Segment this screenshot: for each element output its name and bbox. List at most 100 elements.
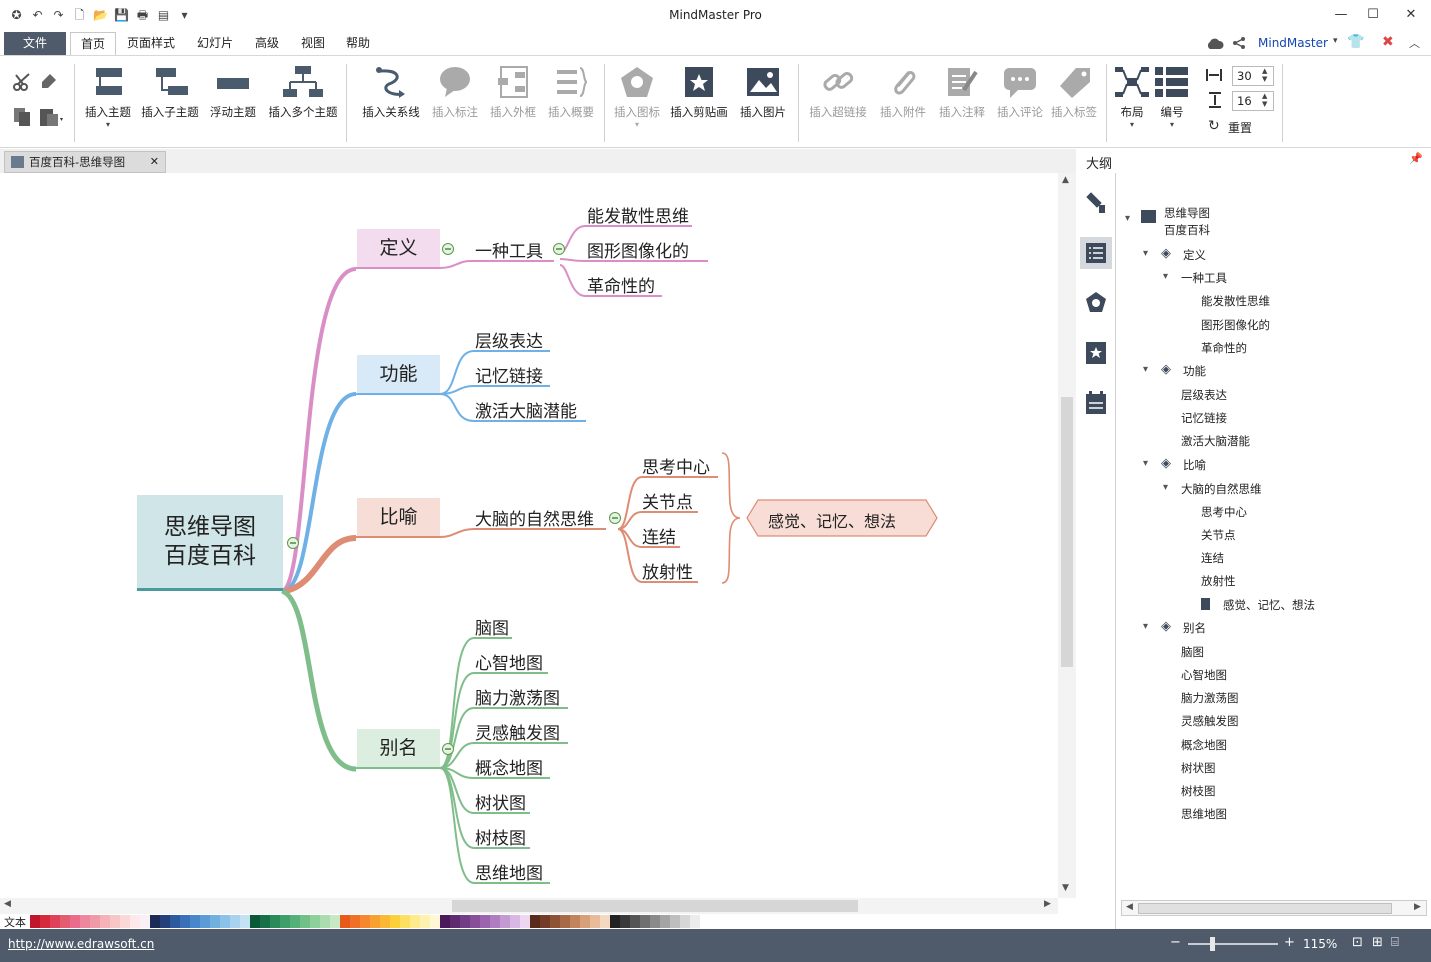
tab-page-style[interactable]: 页面样式: [122, 32, 180, 55]
scroll-thumb[interactable]: [452, 900, 858, 912]
alias-item[interactable]: 心智地图: [475, 649, 543, 674]
color-swatch[interactable]: [310, 915, 320, 928]
color-swatch[interactable]: [380, 915, 390, 928]
outline-item[interactable]: 激活大脑潜能: [1181, 433, 1250, 449]
color-swatch[interactable]: [410, 915, 420, 928]
paste-icon[interactable]: [38, 106, 64, 128]
outline-item[interactable]: 概念地图: [1181, 737, 1227, 753]
subtopic-graphical[interactable]: 图形图像化的: [587, 237, 689, 262]
alias-item[interactable]: 灵感触发图: [475, 719, 560, 744]
color-swatch[interactable]: [500, 915, 510, 928]
scroll-right-icon[interactable]: ▶: [1414, 902, 1421, 912]
scroll-thumb[interactable]: [1138, 903, 1392, 914]
insert-hyperlink-button[interactable]: 插入超链接: [804, 64, 872, 120]
color-swatch[interactable]: [350, 915, 360, 928]
floating-topic-button[interactable]: 浮动主题: [204, 64, 262, 120]
scroll-down-icon[interactable]: ▼: [1062, 883, 1069, 893]
chevron-down-icon[interactable]: ▾: [1143, 364, 1148, 375]
subtopic-thinking-center[interactable]: 思考中心: [642, 453, 710, 478]
color-swatch[interactable]: [360, 915, 370, 928]
color-swatch[interactable]: [220, 915, 230, 928]
color-swatch[interactable]: [450, 915, 460, 928]
account-menu[interactable]: MindMaster: [1258, 36, 1328, 50]
outline-item[interactable]: 图形图像化的: [1201, 317, 1270, 333]
color-swatch[interactable]: [80, 915, 90, 928]
insert-clipart-button[interactable]: 插入剪贴画: [666, 64, 732, 120]
zoom-out-icon[interactable]: −: [1170, 935, 1181, 950]
outline-root-line-2[interactable]: 百度百科: [1164, 222, 1210, 238]
outline-item[interactable]: 比喻: [1183, 457, 1206, 473]
zoom-in-icon[interactable]: +: [1284, 935, 1295, 950]
color-swatch[interactable]: [200, 915, 210, 928]
color-swatch[interactable]: [330, 915, 340, 928]
reset-icon[interactable]: ↻: [1208, 118, 1220, 134]
chevron-down-icon[interactable]: ▾: [1333, 36, 1338, 46]
pin-icon[interactable]: 📌: [1409, 152, 1423, 165]
color-swatch[interactable]: [100, 915, 110, 928]
outline-item[interactable]: 层级表达: [1181, 387, 1227, 403]
outline-horizontal-scrollbar[interactable]: ◀ ▶: [1121, 900, 1427, 916]
color-swatch[interactable]: [440, 915, 450, 928]
insert-picture-button[interactable]: 插入图片: [734, 64, 792, 120]
summary-topic[interactable]: 感觉、记忆、想法: [768, 508, 896, 532]
zoom-slider-track[interactable]: [1188, 943, 1278, 945]
website-link[interactable]: http://www.edrawsoft.cn: [8, 937, 154, 951]
subtopic-hierarchy[interactable]: 层级表达: [475, 327, 543, 352]
outline-item[interactable]: 感觉、记忆、想法: [1223, 597, 1315, 613]
color-swatch[interactable]: [40, 915, 50, 928]
outline-item[interactable]: 别名: [1183, 620, 1206, 636]
minimize-button[interactable]: —: [1326, 4, 1356, 26]
layout-button[interactable]: 布局 ▾: [1110, 64, 1154, 129]
horizontal-spacing-input[interactable]: 30: [1232, 66, 1274, 86]
subtopic-tool[interactable]: 一种工具: [475, 237, 543, 262]
insert-attachment-button[interactable]: 插入附件: [874, 64, 932, 120]
task-panel-icon[interactable]: [1085, 391, 1107, 415]
insert-relationship-button[interactable]: 插入关系线: [356, 64, 426, 120]
collapse-icon[interactable]: [286, 536, 300, 550]
outline-item[interactable]: 树枝图: [1181, 783, 1216, 799]
color-swatch[interactable]: [630, 915, 640, 928]
tab-view[interactable]: 视图: [296, 32, 330, 55]
color-swatch[interactable]: [430, 915, 440, 928]
alias-item[interactable]: 树状图: [475, 789, 526, 814]
color-swatch[interactable]: [660, 915, 670, 928]
share-icon[interactable]: [1232, 36, 1246, 50]
cut-icon[interactable]: [12, 72, 34, 92]
color-swatch[interactable]: [600, 915, 610, 928]
presentation-icon[interactable]: ⌸: [1391, 935, 1399, 950]
outline-item[interactable]: 记忆链接: [1181, 410, 1227, 426]
topic-definition[interactable]: 定义: [357, 229, 440, 267]
outline-item[interactable]: 心智地图: [1181, 667, 1227, 683]
outline-item[interactable]: 灵感触发图: [1181, 713, 1239, 729]
color-swatch[interactable]: [130, 915, 140, 928]
color-swatch[interactable]: [240, 915, 250, 928]
color-swatch[interactable]: [340, 915, 350, 928]
color-swatch[interactable]: [260, 915, 270, 928]
color-swatch[interactable]: [300, 915, 310, 928]
subtopic-memory-link[interactable]: 记忆链接: [475, 362, 543, 387]
insert-subtopic-button[interactable]: 插入子主题: [138, 64, 202, 120]
color-swatch[interactable]: [70, 915, 80, 928]
color-swatch[interactable]: [400, 915, 410, 928]
subtopic-brain-potential[interactable]: 激活大脑潜能: [475, 397, 577, 422]
alias-item[interactable]: 概念地图: [475, 754, 543, 779]
color-swatch[interactable]: [50, 915, 60, 928]
collapse-icon[interactable]: [608, 511, 622, 525]
spinner-icon[interactable]: ▲ ▼: [1262, 67, 1267, 83]
color-swatch[interactable]: [420, 915, 430, 928]
root-topic[interactable]: 思维导图 百度百科: [137, 495, 283, 591]
chevron-down-icon[interactable]: ▾: [1143, 621, 1148, 632]
outline-item[interactable]: 思考中心: [1201, 504, 1247, 520]
document-tab[interactable]: 百度百科-思维导图 ✕: [4, 151, 166, 173]
color-swatch[interactable]: [470, 915, 480, 928]
color-swatch[interactable]: [190, 915, 200, 928]
color-swatch[interactable]: [690, 915, 700, 928]
outline-item[interactable]: 功能: [1183, 363, 1206, 379]
outline-item[interactable]: 思维地图: [1181, 806, 1227, 822]
maximize-button[interactable]: ☐: [1358, 4, 1388, 26]
reset-button[interactable]: 重置: [1228, 119, 1252, 136]
format-brush-icon[interactable]: [1085, 191, 1107, 215]
outline-item[interactable]: 能发散性思维: [1201, 293, 1270, 309]
insert-multiple-topics-button[interactable]: 插入多个主题: [264, 64, 342, 120]
outline-item[interactable]: 放射性: [1201, 573, 1236, 589]
